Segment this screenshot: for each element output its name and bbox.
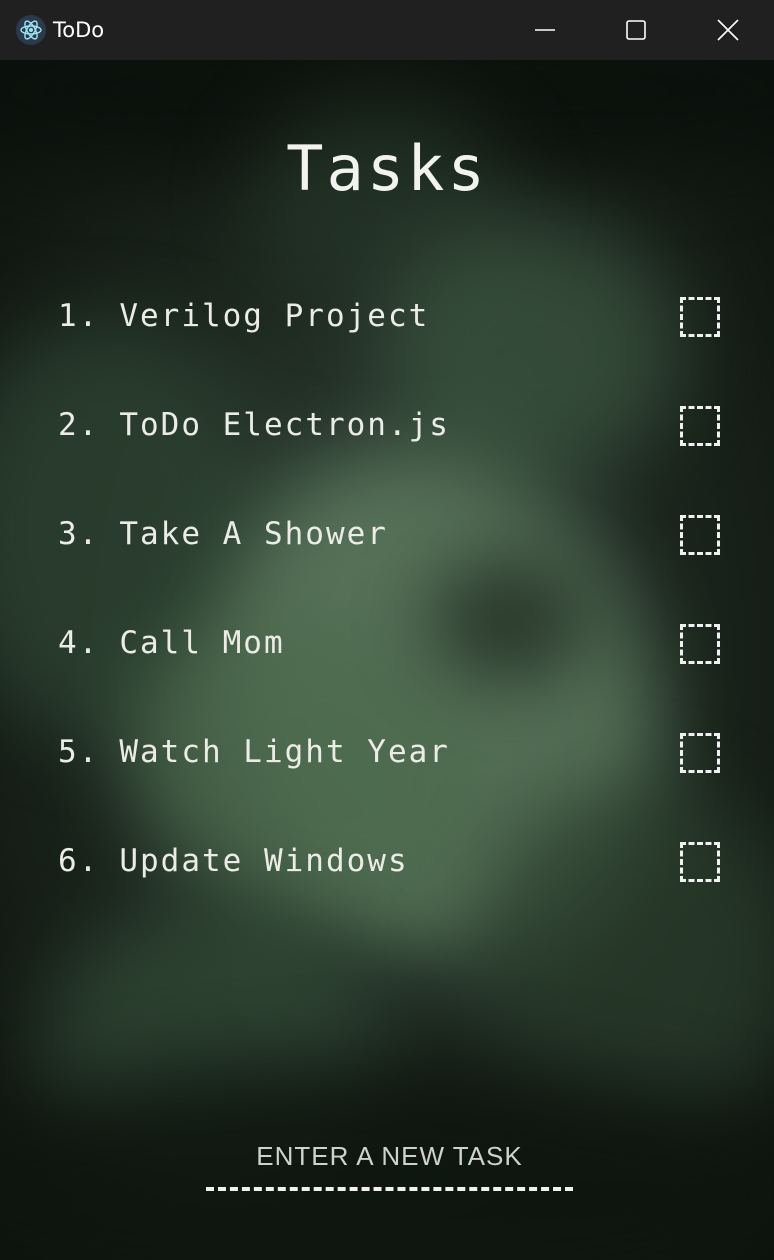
task-label: 4. Call Mom bbox=[58, 625, 285, 661]
task-text: ToDo Electron.js bbox=[119, 407, 450, 443]
close-icon bbox=[717, 19, 739, 41]
task-checkbox[interactable] bbox=[680, 733, 720, 773]
task-text: Call Mom bbox=[119, 625, 285, 661]
close-button[interactable] bbox=[682, 0, 774, 60]
main-content: Tasks 1. Verilog Project 2. ToDo Electron.… bbox=[0, 60, 774, 1260]
task-checkbox[interactable] bbox=[680, 624, 720, 664]
input-underline bbox=[206, 1187, 573, 1191]
task-label: 6. Update Windows bbox=[58, 843, 409, 879]
page-title: Tasks bbox=[286, 132, 488, 205]
task-item: 5. Watch Light Year bbox=[58, 724, 728, 784]
app-window: ToDo Tasks 1. Verilog Project 2. ToDo El… bbox=[0, 0, 774, 1260]
task-text: Take A Shower bbox=[119, 516, 388, 552]
new-task-entry bbox=[206, 1134, 573, 1194]
task-label: 2. ToDo Electron.js bbox=[58, 407, 450, 443]
task-item: 3. Take A Shower bbox=[58, 506, 728, 566]
task-text: Verilog Project bbox=[119, 298, 430, 334]
task-number: 4. bbox=[58, 625, 100, 661]
task-text: Update Windows bbox=[119, 843, 409, 879]
task-item: 6. Update Windows bbox=[58, 833, 728, 893]
task-number: 6. bbox=[58, 843, 100, 879]
task-item: 4. Call Mom bbox=[58, 615, 728, 675]
task-checkbox[interactable] bbox=[680, 297, 720, 337]
title-bar[interactable]: ToDo bbox=[0, 0, 774, 60]
task-label: 5. Watch Light Year bbox=[58, 734, 450, 770]
minimize-button[interactable] bbox=[499, 0, 591, 60]
task-checkbox[interactable] bbox=[680, 842, 720, 882]
task-checkbox[interactable] bbox=[680, 515, 720, 555]
task-item: 2. ToDo Electron.js bbox=[58, 397, 728, 457]
minimize-icon bbox=[535, 29, 555, 31]
task-number: 5. bbox=[58, 734, 100, 770]
task-item: 1. Verilog Project bbox=[58, 288, 728, 348]
window-title: ToDo bbox=[53, 18, 105, 42]
task-text: Watch Light Year bbox=[119, 734, 450, 770]
task-checkbox[interactable] bbox=[680, 406, 720, 446]
task-number: 2. bbox=[58, 407, 100, 443]
task-number: 3. bbox=[58, 516, 100, 552]
task-number: 1. bbox=[58, 298, 100, 334]
maximize-button[interactable] bbox=[590, 0, 682, 60]
electron-atom-icon bbox=[16, 15, 46, 45]
maximize-icon bbox=[626, 20, 646, 40]
new-task-input[interactable] bbox=[206, 1134, 573, 1178]
task-label: 3. Take A Shower bbox=[58, 516, 388, 552]
task-label: 1. Verilog Project bbox=[58, 298, 429, 334]
